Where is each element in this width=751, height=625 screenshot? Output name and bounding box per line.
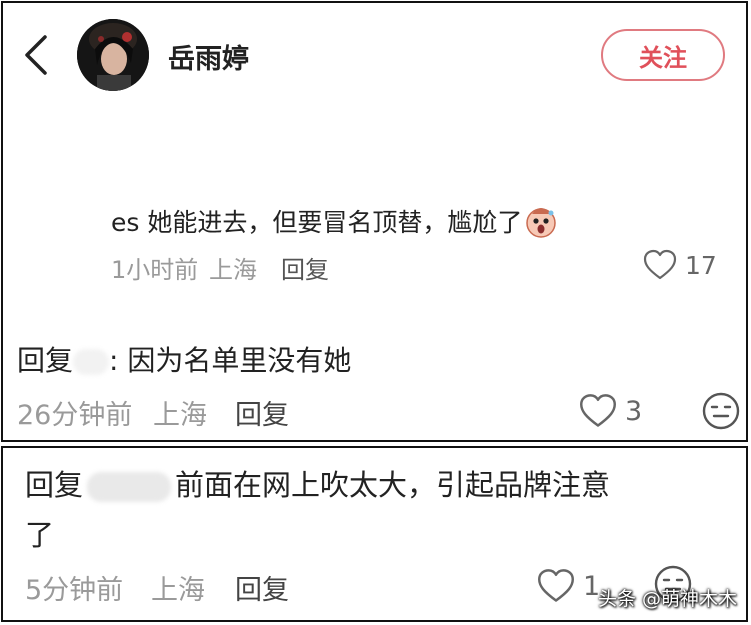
shocked-face-emoji — [526, 208, 557, 238]
like-count: 17 — [685, 250, 717, 280]
reply-2-location: 上海 — [151, 575, 205, 606]
reply-1-location: 上海 — [153, 400, 207, 431]
reply-1-time: 26分钟前 — [17, 400, 133, 431]
comment-like-button[interactable]: 17 — [643, 249, 717, 281]
reply-2-body: 回复 前面在网上吹太大，引起品牌注意 — [25, 462, 610, 504]
reply-prefix: 回复 — [25, 468, 84, 502]
back-chevron-icon[interactable] — [21, 33, 51, 77]
reply-2-like-button[interactable]: 1 — [537, 568, 600, 604]
follow-button[interactable]: 关注 — [601, 29, 725, 81]
reply-1-reply-button[interactable]: 回复 — [235, 393, 289, 432]
reply-1-body: 回复 : 因为名单里没有她 — [17, 339, 351, 379]
comment-reply-button[interactable]: 回复 — [281, 250, 329, 285]
reply-prefix: 回复 — [17, 344, 74, 377]
comment-location: 上海 — [209, 256, 257, 284]
comment-body: es 她能进去，但要冒名顶替，尴尬了 — [111, 203, 558, 239]
heart-icon — [643, 249, 677, 280]
emoji-reaction-icon[interactable] — [701, 391, 741, 431]
reply-2-time: 5分钟前 — [25, 575, 124, 606]
like-count: 3 — [625, 395, 643, 427]
reply-2-text-line2: 了 — [25, 518, 55, 552]
blurred-username — [87, 472, 172, 502]
blurred-username — [73, 349, 110, 375]
comment-thread-panel: 岳雨婷 关注 es 她能进去，但要冒名顶替，尴尬了 1小时前 上海 回复 17 … — [1, 1, 748, 442]
heart-icon — [580, 394, 616, 427]
comment-text: es 她能进去，但要冒名顶替，尴尬了 — [111, 208, 523, 237]
watermark: 头条 @萌神木木 — [597, 588, 737, 610]
reply-1-like-button[interactable]: 3 — [579, 393, 642, 429]
heart-icon — [538, 569, 574, 602]
reply-1-text: : 因为名单里没有她 — [109, 344, 352, 377]
reply-2-text-line1: 前面在网上吹太大，引起品牌注意 — [175, 468, 611, 502]
comment-time: 1小时前 — [111, 256, 199, 284]
username[interactable]: 岳雨婷 — [168, 37, 249, 76]
user-avatar[interactable] — [77, 19, 149, 91]
reply-2-reply-button[interactable]: 回复 — [235, 568, 289, 607]
